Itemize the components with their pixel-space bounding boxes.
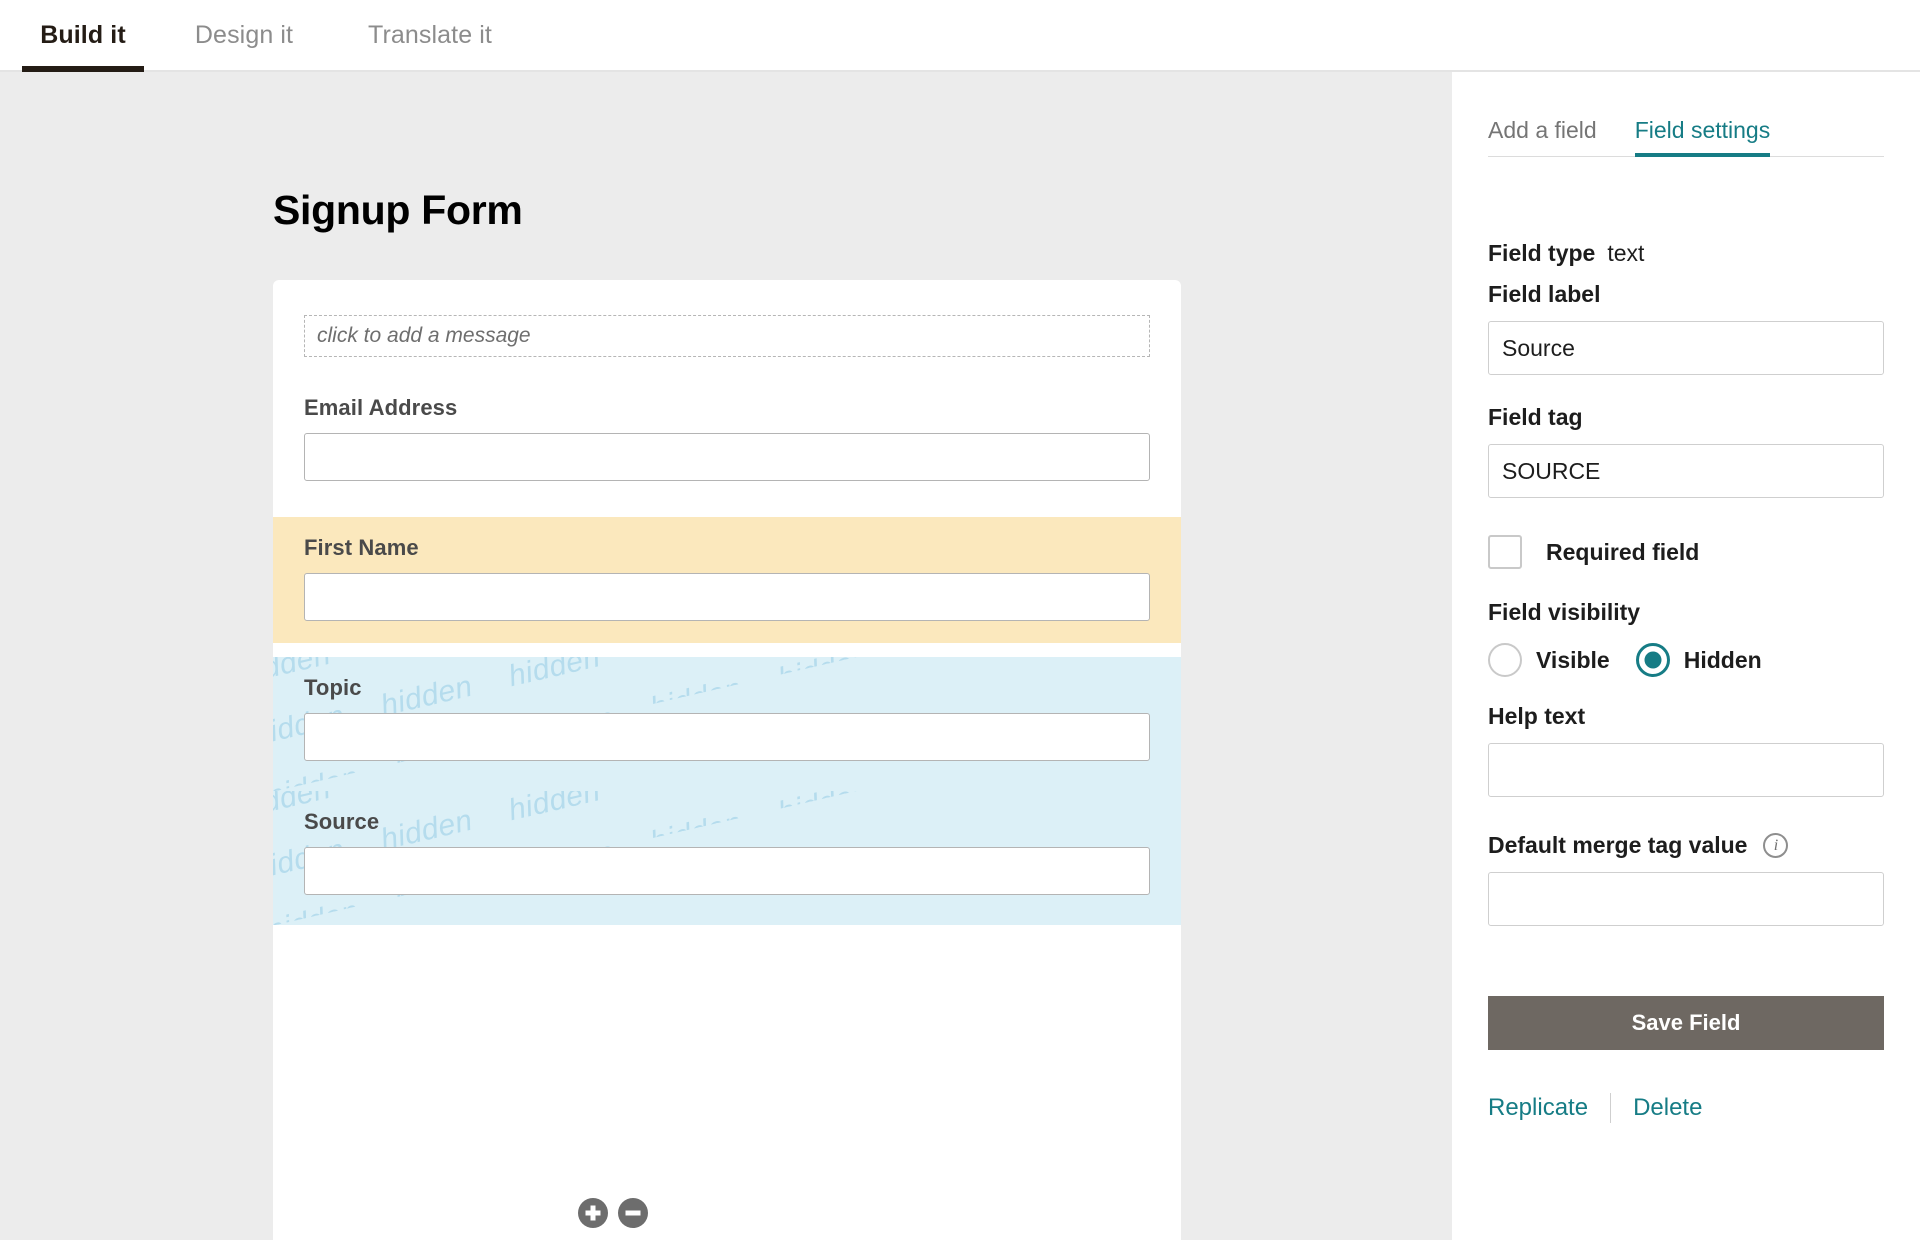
watermark-word: hidden — [273, 894, 363, 925]
form-field-source[interactable]: hiddenhiddenhiddenhiddenhiddenhiddenhidd… — [273, 791, 1181, 925]
radio-option-visible-label: Visible — [1536, 646, 1610, 673]
save-field-button-label: Save Field — [1631, 1010, 1741, 1035]
tab-design-it-label: Design it — [194, 20, 294, 49]
watermark-word: hidden — [363, 791, 461, 795]
watermark-word: hidden — [273, 760, 363, 791]
required-field-label: Required field — [1546, 538, 1700, 565]
merge-tag-input[interactable] — [1488, 872, 1884, 926]
save-field-button[interactable]: Save Field — [1488, 996, 1884, 1050]
tab-design-it[interactable]: Design it — [156, 0, 332, 70]
help-text-input[interactable] — [1488, 743, 1884, 797]
watermark-word: hidden — [903, 791, 1001, 800]
page-title: Signup Form — [273, 187, 523, 233]
panel-tab-list: Add a field Field settings — [1488, 102, 1884, 157]
field-actions: Replicate Delete — [1488, 1093, 1884, 1123]
tab-build-it-label: Build it — [40, 20, 126, 49]
field-type-row: Field type text — [1488, 240, 1884, 267]
panel-body: Field type text Field label Source Field… — [1488, 168, 1884, 1123]
field-settings-panel: Add a field Field settings Field type te… — [1452, 72, 1920, 1240]
form-field-input[interactable] — [304, 847, 1150, 895]
field-tag-label: Field tag — [1488, 404, 1583, 430]
radio-option-visible[interactable]: Visible — [1488, 643, 1610, 677]
field-visibility-radio-group: Visible Hidden — [1488, 643, 1884, 677]
field-tag-input[interactable]: SOURCE — [1488, 444, 1884, 498]
field-label-input-value: Source — [1502, 334, 1575, 361]
field-label-label: Field label — [1488, 281, 1601, 307]
field-label-input[interactable]: Source — [1488, 321, 1884, 375]
tab-translate-it-label: Translate it — [368, 20, 492, 49]
replicate-link[interactable]: Replicate — [1488, 1094, 1588, 1122]
watermark-word: hidden — [633, 657, 731, 664]
form-field-input[interactable] — [304, 713, 1150, 761]
merge-tag-label-row: Default merge tag value i — [1488, 832, 1884, 859]
tab-field-settings[interactable]: Field settings — [1634, 117, 1771, 157]
tab-add-a-field[interactable]: Add a field — [1488, 117, 1597, 156]
plus-icon[interactable] — [578, 1198, 608, 1228]
checkbox-icon[interactable] — [1488, 535, 1522, 569]
form-field-email-address[interactable]: Email Address — [273, 377, 1181, 503]
watermark-word: hidden — [903, 657, 1001, 666]
form-field-input[interactable] — [304, 433, 1150, 481]
form-field-label: Topic — [304, 675, 362, 700]
tab-build-it[interactable]: Build it — [10, 0, 156, 72]
tab-field-settings-label: Field settings — [1634, 117, 1771, 143]
field-visibility-label: Field visibility — [1488, 599, 1641, 625]
tab-add-a-field-label: Add a field — [1488, 117, 1597, 143]
form-preview-canvas: Signup Form click to add a message Email… — [0, 72, 1452, 1240]
merge-tag-label: Default merge tag value — [1488, 832, 1748, 858]
required-field-row[interactable]: Required field — [1488, 535, 1884, 569]
form-field-label: First Name — [304, 535, 419, 560]
form-card: click to add a message Email Address Fir… — [273, 280, 1181, 1240]
divider — [1610, 1093, 1612, 1123]
top-tab-bar: Build it Design it Translate it — [0, 0, 1920, 72]
message-placeholder[interactable]: click to add a message — [304, 315, 1150, 357]
watermark-word: hidden — [363, 657, 461, 661]
field-type-value: text — [1607, 240, 1645, 266]
form-field-first-name[interactable]: First Name — [273, 517, 1181, 643]
tab-translate-it[interactable]: Translate it — [332, 0, 528, 70]
form-field-topic[interactable]: hiddenhiddenhiddenhiddenhiddenhiddenhidd… — [273, 657, 1181, 791]
top-tab-list: Build it Design it Translate it — [0, 0, 1920, 72]
minus-icon[interactable] — [618, 1198, 648, 1228]
form-field-label: Source — [304, 809, 380, 834]
radio-option-hidden[interactable]: Hidden — [1635, 643, 1762, 677]
field-tag-input-value: SOURCE — [1502, 457, 1601, 484]
radio-icon[interactable] — [1635, 643, 1670, 677]
field-controls — [578, 1198, 648, 1228]
field-type-label: Field type — [1488, 240, 1596, 266]
delete-link[interactable]: Delete — [1633, 1094, 1702, 1122]
info-icon[interactable]: i — [1763, 833, 1789, 858]
message-placeholder-label: click to add a message — [317, 324, 531, 347]
form-field-input[interactable] — [304, 573, 1150, 621]
form-field-label: Email Address — [304, 395, 458, 420]
radio-option-hidden-label: Hidden — [1683, 646, 1762, 673]
help-text-label: Help text — [1488, 703, 1586, 729]
radio-icon[interactable] — [1488, 643, 1522, 677]
watermark-word: hidden — [633, 791, 731, 798]
